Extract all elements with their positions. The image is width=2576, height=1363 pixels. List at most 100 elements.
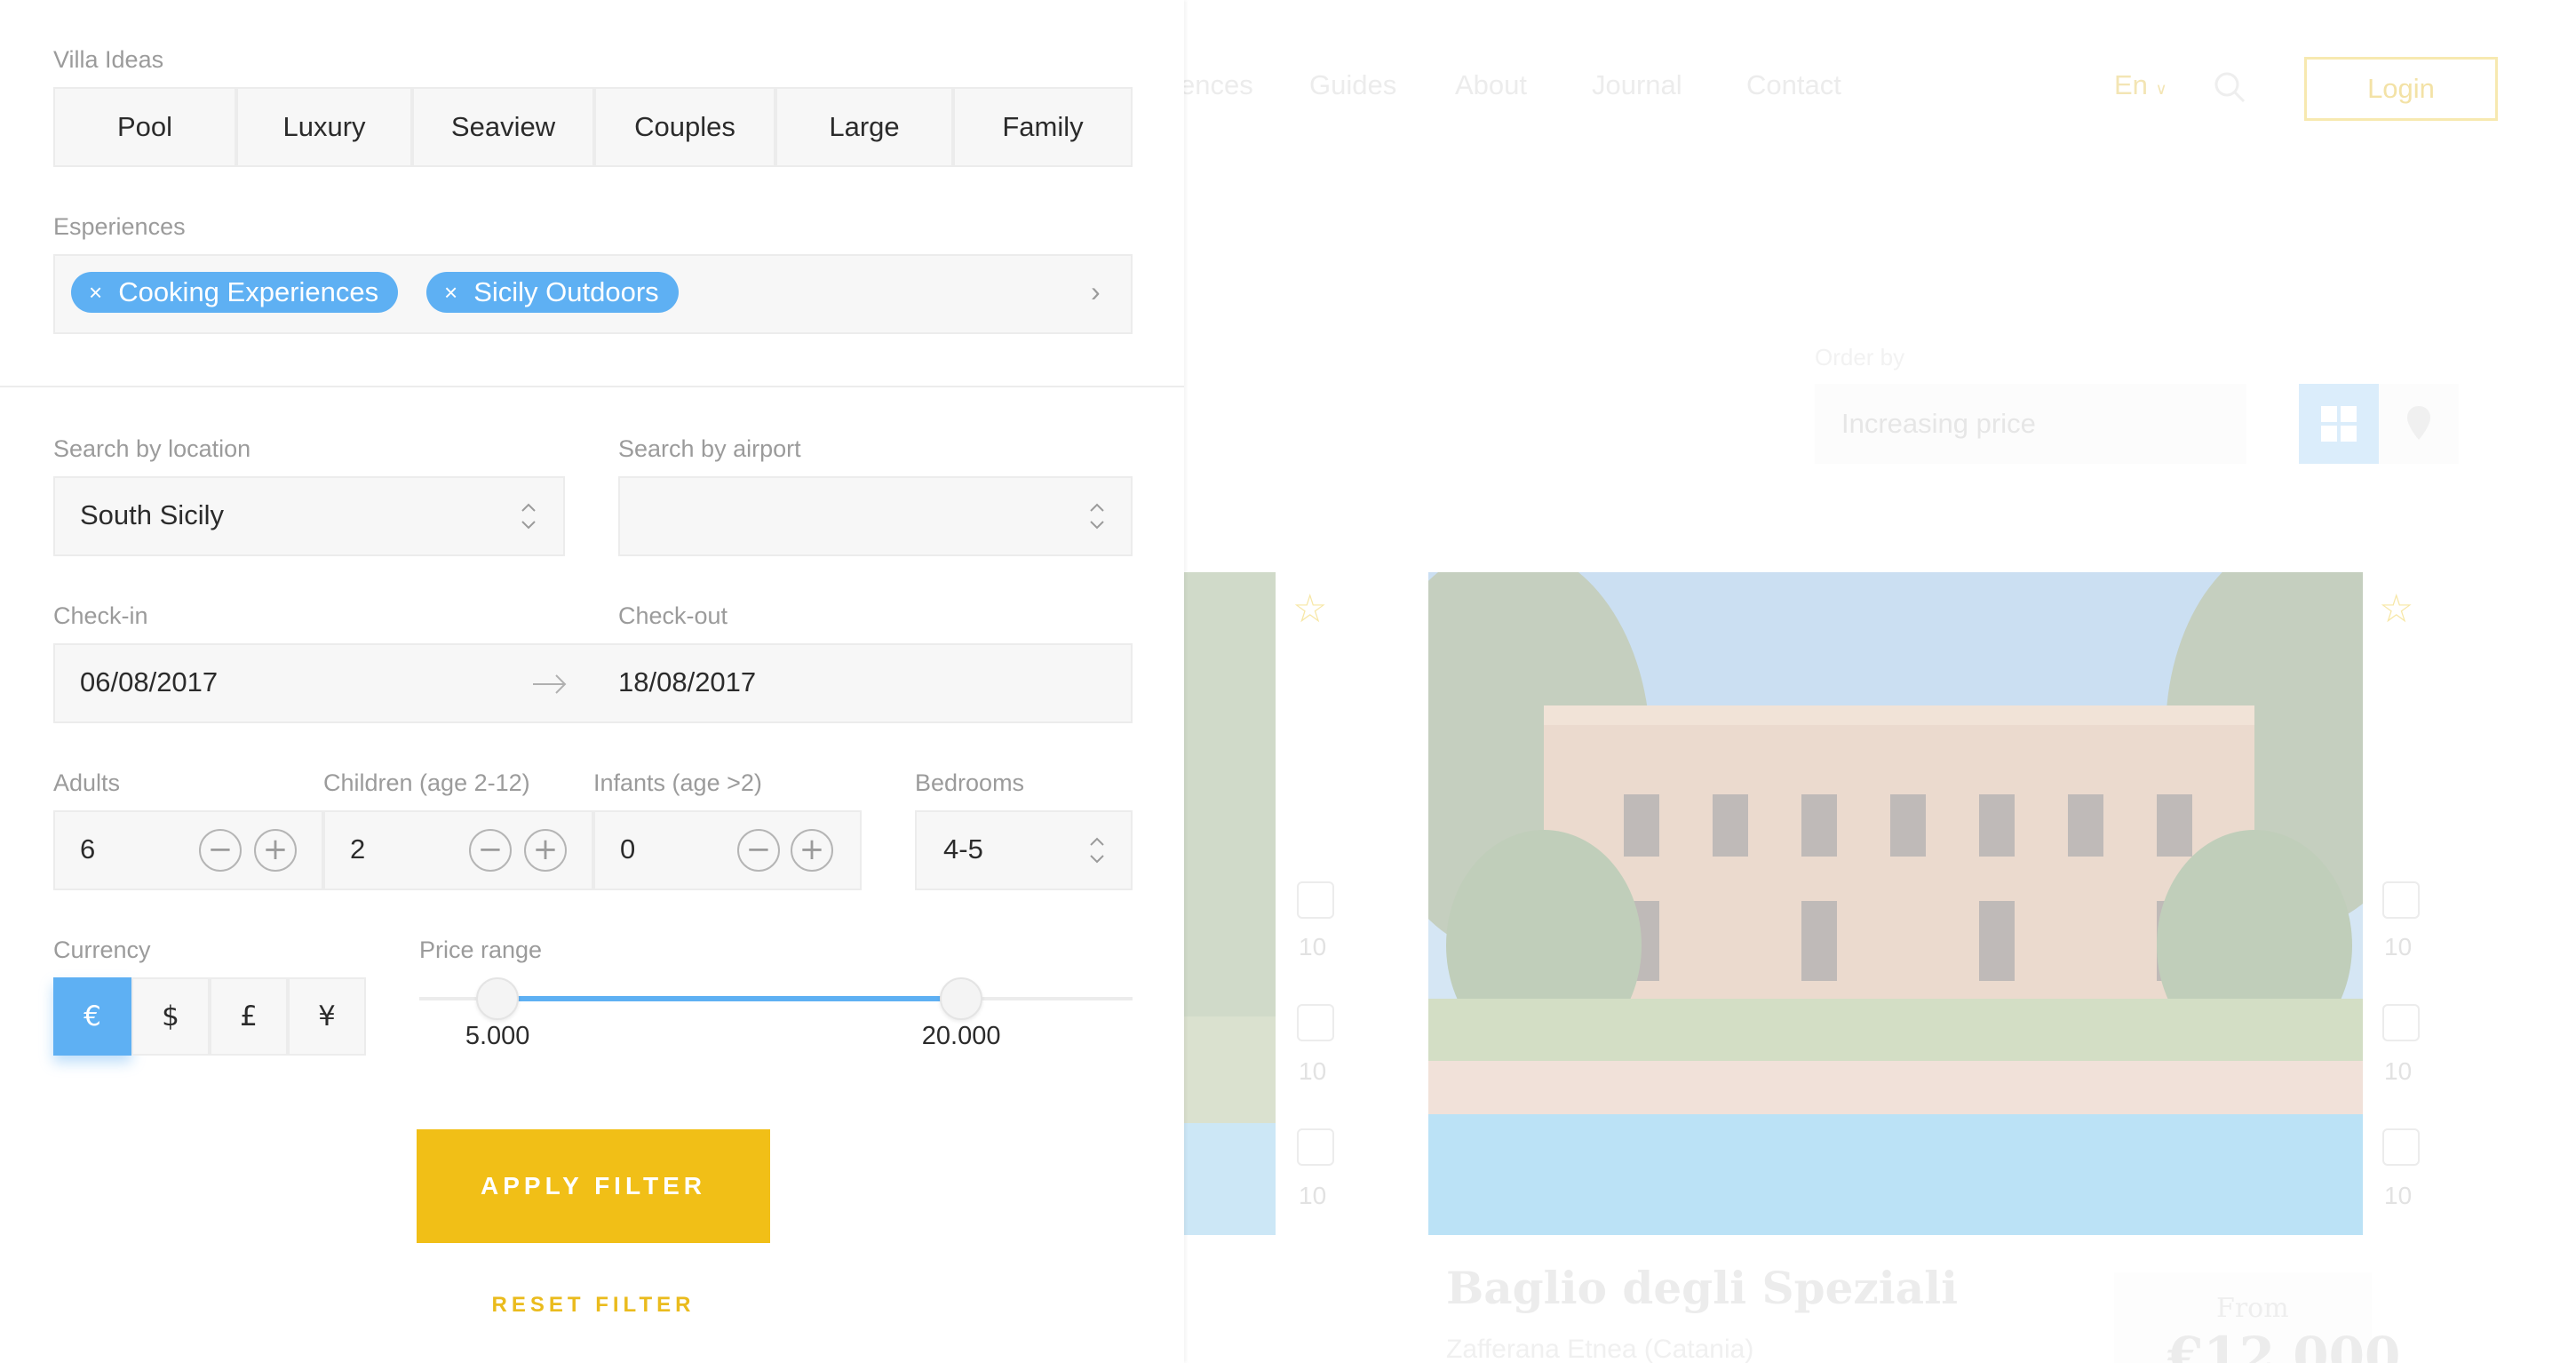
checkin-value[interactable]: 06/08/2017 [80,666,218,698]
bed-icon [2382,1004,2420,1041]
price-from-label: From [2216,1293,2289,1324]
filter-panel: Villa Ideas Pool Luxury Seaview Couples … [0,0,1184,1363]
divider [0,386,1184,387]
order-by-value: Increasing price [1841,408,2036,439]
language-selector[interactable]: En ∨ [2114,69,2167,101]
location-label: Search by location [53,435,251,462]
up-down-arrows-icon [521,503,536,530]
adults-label: Adults [53,769,121,796]
order-by-select[interactable]: Increasing price [1815,384,2246,464]
children-plus-button[interactable]: + [524,829,567,872]
order-by-label: Order by [1815,344,1905,371]
grid-view-button[interactable] [2299,384,2379,464]
price-range-fill [497,996,962,1001]
arrow-right-icon [533,674,567,694]
apply-filter-button[interactable]: APPLY FILTER [417,1129,770,1243]
price-min-handle[interactable] [476,977,520,1020]
villa-idea-label: Family [1002,111,1084,142]
infants-minus-button[interactable]: − [737,829,780,872]
villa-idea-label: Seaview [450,111,556,142]
infants-value: 0 [620,833,636,865]
currency-pound[interactable]: £ [210,977,288,1056]
nav-link-guides[interactable]: Guides [1309,69,1396,101]
nav-link-about[interactable]: About [1455,69,1527,101]
close-icon[interactable]: × [89,279,102,307]
price-max-value: 20.000 [921,1022,1001,1050]
price-range-label: Price range [419,937,543,963]
children-label: Children (age 2-12) [323,769,530,796]
airport-label: Search by airport [618,435,801,462]
adults-value: 6 [80,833,96,865]
bed-icon [1297,1004,1334,1041]
chip-label: Sicily Outdoors [473,276,659,307]
infants-label: Infants (age >2) [593,769,762,796]
bedrooms-count: 10 [1299,1057,1327,1085]
currency-yen[interactable]: ¥ [288,977,366,1056]
map-view-button[interactable] [2379,384,2459,464]
airport-select[interactable] [618,476,1133,556]
location-value: South Sicily [80,499,224,530]
villa-card-image[interactable] [1184,572,1276,1235]
adults-plus-button[interactable]: + [254,829,297,872]
nav-link-journal[interactable]: Journal [1592,69,1682,101]
up-down-arrows-icon [1090,837,1104,864]
guests-count: 10 [1299,933,1327,960]
currency-euro[interactable]: € [53,977,131,1056]
bathrooms-count: 10 [1299,1182,1327,1209]
search-icon[interactable] [2212,69,2247,105]
villa-idea-label: Pool [116,111,173,142]
villa-idea-seaview[interactable]: Seaview [412,87,594,167]
guests-icon [1297,881,1334,919]
bath-icon [2382,1128,2420,1166]
villa-idea-couples[interactable]: Couples [594,87,775,167]
login-button[interactable]: Login [2304,57,2498,121]
villa-idea-pool[interactable]: Pool [53,87,236,167]
grid-icon [2321,406,2357,442]
experience-chip-outdoors[interactable]: × Sicily Outdoors [426,272,679,313]
villa-card-image[interactable] [1428,572,2363,1235]
villa-idea-large[interactable]: Large [775,87,953,167]
guests-count: 10 [2384,933,2413,960]
chip-label: Cooking Experiences [118,276,379,307]
map-pin-icon [2407,406,2430,440]
bedrooms-label: Bedrooms [915,769,1025,796]
up-down-arrows-icon [1090,503,1104,530]
villa-price: €12.000 [2167,1326,2401,1363]
villa-photo [1428,572,2363,1235]
experience-chip-cooking[interactable]: × Cooking Experiences [71,272,399,313]
bathrooms-count: 10 [2384,1182,2413,1209]
adults-minus-button[interactable]: − [199,829,242,872]
villa-idea-label: Luxury [282,111,366,142]
price-max-handle[interactable] [940,977,983,1020]
villa-ideas-label: Villa Ideas [53,46,164,73]
bath-icon [1297,1128,1334,1166]
nav-link-experiences[interactable]: ences [1180,69,1253,101]
favorite-star-icon[interactable]: ☆ [1292,586,1327,632]
currency-label: Currency [53,937,151,963]
experiences-label: Esperiences [53,213,186,240]
close-icon[interactable]: × [444,279,457,307]
currency-dollar[interactable]: $ [131,977,210,1056]
villa-photo [1184,572,1276,1235]
chevron-down-icon: ∨ [2155,80,2167,98]
reset-filter-link[interactable]: RESET FILTER [417,1293,770,1318]
nav-link-contact[interactable]: Contact [1746,69,1841,101]
villa-card-location: Zafferana Etnea (Catania) [1446,1335,1754,1363]
price-min-value: 5.000 [465,1022,530,1050]
checkout-value[interactable]: 18/08/2017 [618,666,756,698]
villa-idea-label: Couples [634,111,735,142]
villa-idea-family[interactable]: Family [953,87,1133,167]
bedrooms-value: 4-5 [943,833,983,865]
children-value: 2 [350,833,366,865]
checkout-label: Check-out [618,602,728,629]
bedrooms-count: 10 [2384,1057,2413,1085]
guests-icon [2382,881,2420,919]
infants-plus-button[interactable]: + [791,829,833,872]
villa-idea-luxury[interactable]: Luxury [236,87,412,167]
language-label: En [2114,69,2148,100]
chevron-right-icon[interactable]: › [1091,275,1101,308]
favorite-star-icon[interactable]: ☆ [2379,586,2413,632]
checkin-label: Check-in [53,602,148,629]
children-minus-button[interactable]: − [469,829,512,872]
villa-card-title[interactable]: Baglio degli Speziali [1446,1262,1958,1314]
